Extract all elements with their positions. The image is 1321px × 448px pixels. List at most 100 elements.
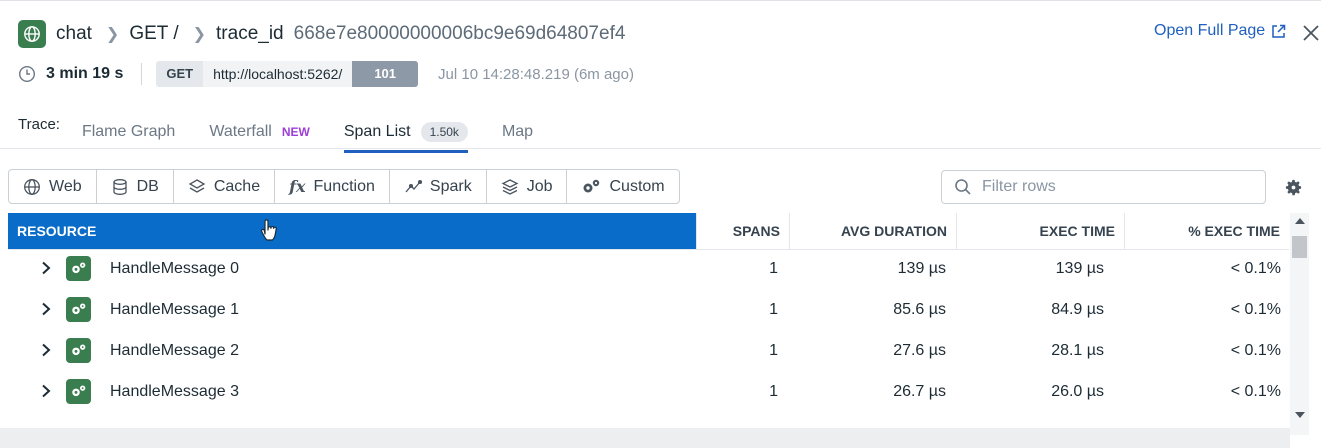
avg-duration-cell: 27.6 µs bbox=[893, 342, 946, 359]
layers-icon bbox=[188, 178, 206, 196]
exec-time-cell: 84.9 µs bbox=[1051, 301, 1104, 318]
resource-name: HandleMessage 2 bbox=[110, 342, 239, 359]
spans-cell: 1 bbox=[769, 260, 778, 277]
tabs-divider bbox=[0, 148, 1321, 149]
tab-map[interactable]: Map bbox=[502, 115, 533, 148]
tab-label: Flame Graph bbox=[81, 122, 176, 140]
pct-exec-time-cell: < 0.1% bbox=[1230, 260, 1281, 277]
open-full-page-label: Open Full Page bbox=[1154, 22, 1266, 39]
trace-timestamp: Jul 10 14:28:48.219 (6m ago) bbox=[438, 65, 634, 83]
gear-icon[interactable] bbox=[1284, 178, 1303, 197]
stack-icon bbox=[501, 178, 519, 196]
column-header-spans[interactable]: SPANS bbox=[696, 213, 789, 249]
resource-name[interactable]: GET / bbox=[129, 23, 178, 45]
filter-db-button[interactable]: DB bbox=[97, 170, 174, 203]
breadcrumb: chat ❯ GET / ❯ trace_id 668e7e8000000000… bbox=[18, 20, 625, 48]
column-header-exec-time[interactable]: EXEC TIME bbox=[956, 213, 1124, 249]
table-scrollbar[interactable] bbox=[1290, 213, 1309, 435]
filter-function-button[interactable]: fx Function bbox=[275, 170, 390, 203]
spans-cell: 1 bbox=[769, 383, 778, 400]
resource-name: HandleMessage 0 bbox=[110, 260, 239, 277]
trace-meta: 3 min 19 s GET http://localhost:5262/ 10… bbox=[18, 61, 634, 87]
table-row[interactable]: HandleMessage 2 1 27.6 µs 28.1 µs < 0.1% bbox=[8, 330, 1289, 371]
cogs-icon bbox=[581, 178, 601, 196]
filter-spark-button[interactable]: Spark bbox=[390, 170, 487, 203]
span-type-filter-group: Web DB Cache fx Function Spark Job Custo… bbox=[8, 169, 680, 204]
scrollbar-thumb[interactable] bbox=[1292, 236, 1307, 258]
spans-cell: 1 bbox=[769, 342, 778, 359]
span-count-badge: 1.50k bbox=[420, 121, 468, 142]
cogs-icon bbox=[66, 297, 91, 322]
filter-job-button[interactable]: Job bbox=[487, 170, 568, 203]
filter-rows-input[interactable] bbox=[982, 178, 1242, 196]
chevron-right-icon: ❯ bbox=[192, 26, 207, 43]
method-badge: GET bbox=[156, 61, 204, 87]
chevron-right-icon[interactable] bbox=[39, 343, 53, 357]
exec-time-cell: 28.1 µs bbox=[1051, 342, 1104, 359]
trace-duration: 3 min 19 s bbox=[46, 65, 124, 82]
cogs-icon bbox=[66, 256, 91, 281]
column-header-resource[interactable]: RESOURCE bbox=[8, 213, 696, 249]
hand-cursor-icon bbox=[260, 219, 277, 241]
tab-label: Waterfall bbox=[209, 122, 272, 140]
avg-duration-cell: 139 µs bbox=[897, 260, 946, 277]
table-row[interactable]: HandleMessage 1 1 85.6 µs 84.9 µs < 0.1% bbox=[8, 289, 1289, 330]
filter-custom-button[interactable]: Custom bbox=[567, 170, 678, 203]
open-full-page-link[interactable]: Open Full Page bbox=[1154, 22, 1286, 40]
url-badge: http://localhost:5262/ bbox=[203, 61, 353, 87]
filter-rows-search[interactable] bbox=[941, 170, 1266, 204]
scroll-up-arrow-icon[interactable] bbox=[1295, 218, 1305, 224]
tab-flame-graph[interactable]: Flame Graph bbox=[82, 115, 175, 148]
spans-cell: 1 bbox=[769, 301, 778, 318]
chevron-right-icon[interactable] bbox=[39, 384, 53, 398]
column-header-avg-duration[interactable]: AVG DURATION bbox=[789, 213, 956, 249]
table-header: RESOURCE SPANS AVG DURATION EXEC TIME % … bbox=[8, 213, 1289, 249]
column-header-pct-exec-time[interactable]: % EXEC TIME bbox=[1124, 213, 1289, 249]
avg-duration-cell: 26.7 µs bbox=[893, 383, 946, 400]
filter-label: Cache bbox=[213, 177, 261, 195]
tabs-label: Trace: bbox=[18, 116, 60, 133]
globe-icon bbox=[18, 20, 46, 48]
tab-waterfall[interactable]: Waterfall NEW bbox=[209, 115, 310, 148]
pct-exec-time-cell: < 0.1% bbox=[1230, 342, 1281, 359]
divider bbox=[141, 63, 143, 85]
resource-name: HandleMessage 3 bbox=[110, 383, 239, 400]
resource-name: HandleMessage 1 bbox=[110, 301, 239, 318]
filter-cache-button[interactable]: Cache bbox=[174, 170, 276, 203]
new-badge: NEW bbox=[281, 124, 310, 139]
trace-view-tabs: Trace: Flame Graph Waterfall NEW Span Li… bbox=[18, 110, 567, 153]
chevron-right-icon[interactable] bbox=[39, 302, 53, 316]
spark-icon bbox=[404, 178, 422, 196]
filter-label: Web bbox=[49, 177, 82, 195]
table-row[interactable]: HandleMessage 3 1 26.7 µs 26.0 µs < 0.1% bbox=[8, 371, 1289, 412]
filter-web-button[interactable]: Web bbox=[9, 170, 97, 203]
status-badge: 101 bbox=[352, 61, 419, 87]
pct-exec-time-cell: < 0.1% bbox=[1230, 301, 1281, 318]
external-link-icon bbox=[1272, 24, 1286, 38]
pct-exec-time-cell: < 0.1% bbox=[1230, 383, 1281, 400]
avg-duration-cell: 85.6 µs bbox=[893, 301, 946, 318]
scroll-down-arrow-icon[interactable] bbox=[1295, 412, 1305, 418]
horizontal-scroll-track bbox=[0, 428, 1290, 448]
exec-time-cell: 26.0 µs bbox=[1051, 383, 1104, 400]
tab-span-list[interactable]: Span List 1.50k bbox=[343, 115, 469, 153]
filter-label: DB bbox=[136, 177, 159, 195]
chevron-right-icon[interactable] bbox=[39, 261, 53, 275]
function-icon: fx bbox=[289, 177, 306, 196]
service-name[interactable]: chat bbox=[56, 23, 92, 45]
tab-label: Map bbox=[501, 122, 534, 140]
table-row[interactable]: HandleMessage 0 1 139 µs 139 µs < 0.1% bbox=[8, 248, 1289, 289]
clock-icon bbox=[18, 65, 36, 83]
trace-id-value[interactable]: 668e7e80000000006bc9e69d64807ef4 bbox=[294, 23, 626, 45]
cogs-icon bbox=[66, 338, 91, 363]
chevron-right-icon: ❯ bbox=[105, 26, 120, 43]
exec-time-cell: 139 µs bbox=[1055, 260, 1104, 277]
span-list-table: RESOURCE SPANS AVG DURATION EXEC TIME % … bbox=[8, 213, 1289, 435]
cogs-icon bbox=[66, 379, 91, 404]
close-icon[interactable] bbox=[1302, 24, 1320, 42]
filter-label: Function bbox=[313, 177, 375, 195]
top-border bbox=[0, 0, 1321, 1]
filter-label: Spark bbox=[429, 177, 472, 195]
filter-label: Job bbox=[526, 177, 553, 195]
tab-label: Span List bbox=[343, 122, 411, 140]
